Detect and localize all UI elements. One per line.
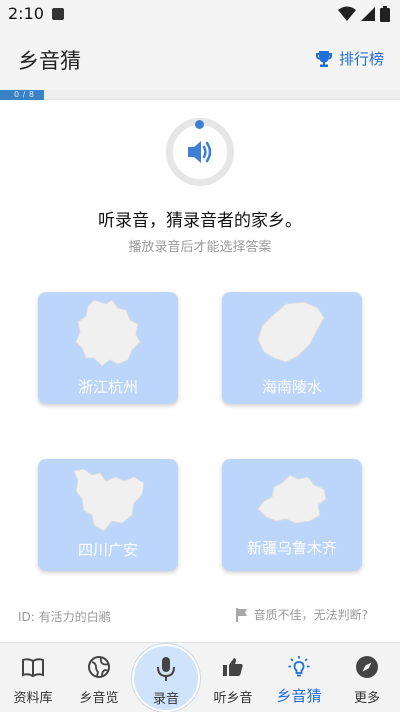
leaderboard-label: 排行榜 [338,50,384,68]
book-icon [22,658,44,678]
page-title: 乡音猜 [18,49,81,73]
hainan-map-icon [257,301,325,363]
option-card-4[interactable]: 新疆乌鲁木齐 [222,459,362,571]
status-time: 2:10 [8,4,44,23]
playback-indicator-dot [195,120,204,129]
nav-item-listen[interactable]: 听乡音 [200,643,266,712]
sichuan-map-icon [73,468,145,532]
progress-bar: 0 / 8 [0,90,400,100]
nav-label: 录音 [152,692,179,707]
nav-label: 听乡音 [213,691,253,706]
report-audio-quality-button[interactable]: 音质不佳，无法判断? [235,606,368,623]
progress-text: 0 / 8 [14,90,35,99]
option-card-2[interactable]: 海南陵水 [222,292,362,404]
option-label: 浙江杭州 [77,378,138,396]
nav-item-browse[interactable]: 乡音览 [66,643,132,712]
nav-label: 乡音猜 [276,687,322,705]
nav-item-library[interactable]: 资料库 [0,643,66,712]
speaker-icon [188,141,212,163]
microphone-icon [157,657,175,681]
option-card-3[interactable]: 四川广安 [38,459,178,571]
status-icons [338,6,390,22]
trophy-icon [315,50,332,67]
option-label: 新疆乌鲁木齐 [246,539,337,557]
wifi-icon [338,6,356,21]
option-label: 四川广安 [77,541,138,559]
compass-icon [356,656,378,678]
nav-item-more[interactable]: 更多 [334,643,400,712]
app-bar: 乡音猜 排行榜 [0,28,400,90]
leaderboard-button[interactable]: 排行榜 [315,48,384,69]
option-card-1[interactable]: 浙江杭州 [38,292,178,404]
question-hint: 播放录音后才能选择答案 [128,240,272,255]
globe-icon [88,656,110,678]
battery-icon [380,6,390,22]
nav-item-guess[interactable]: 乡音猜 [266,643,332,712]
report-label: 音质不佳，无法判断? [253,608,368,622]
option-label: 海南陵水 [261,378,322,396]
bottom-nav: 资料库 乡音览 听乡音 乡音猜 更多 [0,642,400,712]
thumbs-up-icon [223,658,243,676]
lightbulb-icon [288,656,310,677]
user-id: ID: 有活力的白鹇 [18,610,111,624]
flag-icon [235,607,247,622]
xinjiang-map-icon [257,474,327,524]
notification-icon [52,8,64,20]
nav-label: 乡音览 [79,691,119,706]
zhejiang-map-icon [75,299,141,367]
nav-label: 更多 [353,691,380,706]
question-prompt: 听录音，猜录音者的家乡。 [98,211,302,231]
status-bar: 2:10 [0,0,400,28]
signal-icon [361,7,375,21]
nav-label: 资料库 [13,691,53,706]
record-button[interactable]: 录音 [132,644,200,712]
